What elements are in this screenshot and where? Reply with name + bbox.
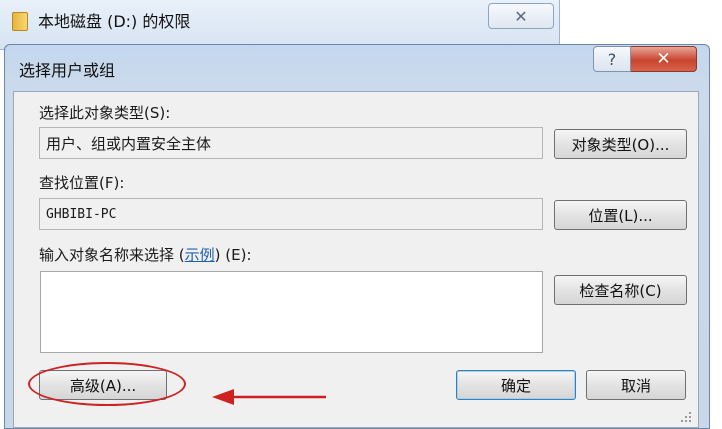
dialog-client-area: 选择此对象类型(S): 用户、组或内置安全主体 对象类型(O)... 查找位置(… xyxy=(13,91,699,428)
title-buttons: ? ✕ xyxy=(593,46,697,72)
location-field: GHBIBI-PC xyxy=(39,198,543,230)
background-close-button[interactable]: ✕ xyxy=(488,3,554,29)
location-label: 查找位置(F): xyxy=(39,174,125,192)
object-names-label-suffix: ) (E): xyxy=(214,246,252,264)
object-names-label: 输入对象名称来选择 (示例) (E): xyxy=(39,244,252,265)
advanced-button[interactable]: 高级(A)... xyxy=(39,370,167,400)
dialog-title: 选择用户或组 xyxy=(19,61,116,80)
object-names-label-prefix: 输入对象名称来选择 ( xyxy=(39,246,185,264)
locations-button[interactable]: 位置(L)... xyxy=(554,200,687,230)
question-icon: ? xyxy=(607,49,617,69)
ok-button[interactable]: 确定 xyxy=(456,370,576,400)
object-names-input[interactable] xyxy=(40,271,543,353)
background-window-title: 本地磁盘 (D:) 的权限 xyxy=(38,12,191,31)
resize-grip-icon[interactable] xyxy=(680,411,692,423)
close-icon: ✕ xyxy=(514,6,528,26)
cancel-button[interactable]: 取消 xyxy=(586,370,686,400)
close-button[interactable]: ✕ xyxy=(631,46,697,72)
close-icon: ✕ xyxy=(656,49,671,69)
check-names-button[interactable]: 检查名称(C) xyxy=(554,275,687,305)
object-type-field: 用户、组或内置安全主体 xyxy=(39,127,543,159)
select-users-dialog: 选择用户或组 ? ✕ 选择此对象类型(S): 用户、组或内置安全主体 对象类型(… xyxy=(4,44,710,429)
object-type-label: 选择此对象类型(S): xyxy=(39,104,171,122)
background-window: 本地磁盘 (D:) 的权限 ✕ xyxy=(0,0,560,50)
examples-link[interactable]: 示例 xyxy=(185,246,215,264)
folder-icon xyxy=(10,10,28,31)
background-window-titlebar: 本地磁盘 (D:) 的权限 xyxy=(10,6,190,34)
object-types-button[interactable]: 对象类型(O)... xyxy=(554,129,687,159)
help-button[interactable]: ? xyxy=(593,46,631,72)
